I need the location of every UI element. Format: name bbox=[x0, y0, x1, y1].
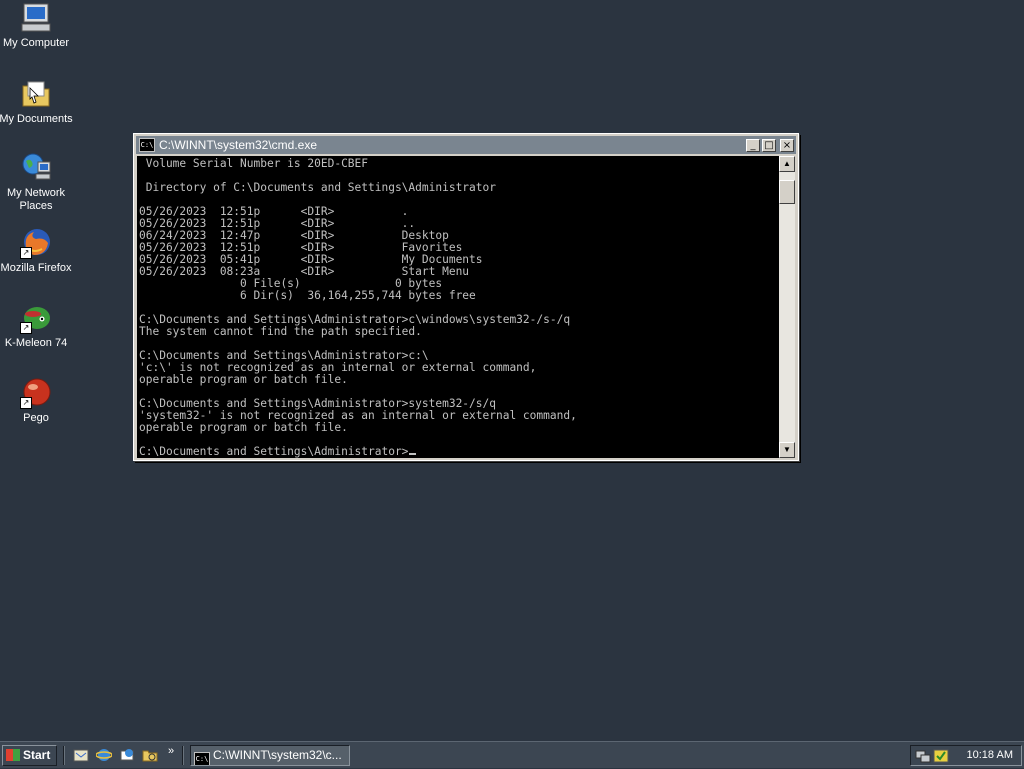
shortcut-arrow-icon: ↗ bbox=[20, 397, 32, 409]
quicklaunch-chevron-icon[interactable]: » bbox=[168, 745, 174, 757]
vertical-scrollbar[interactable]: ▲ ▼ bbox=[779, 156, 795, 458]
outlook-express-icon[interactable] bbox=[119, 747, 135, 763]
cmd-icon: C:\ bbox=[194, 752, 210, 765]
desktop-icon-label: My Computer bbox=[2, 37, 70, 49]
system-tray: 10:18 AM bbox=[910, 745, 1022, 766]
console-line: 6 Dir(s) 36,164,255,744 bytes free bbox=[139, 289, 476, 302]
desktop-icon-my-computer[interactable]: My Computer bbox=[0, 2, 74, 50]
scroll-up-button[interactable]: ▲ bbox=[779, 156, 795, 172]
maximize-button[interactable]: □ bbox=[762, 138, 776, 152]
explorer-icon[interactable] bbox=[142, 747, 158, 763]
k-meleon-icon: ↗ bbox=[20, 302, 52, 334]
scroll-down-button[interactable]: ▼ bbox=[779, 442, 795, 458]
taskbar-separator bbox=[182, 746, 184, 765]
console-line: C:\Documents and Settings\Administrator> bbox=[139, 446, 779, 458]
desktop-icon-label: Mozilla Firefox bbox=[0, 262, 72, 274]
desktop-icon-firefox[interactable]: ↗ Mozilla Firefox bbox=[0, 227, 74, 275]
console-line: Directory of C:\Documents and Settings\A… bbox=[139, 181, 496, 194]
network-tray-icon[interactable] bbox=[915, 748, 931, 769]
desktop-icon-network-places[interactable]: My Network Places bbox=[0, 152, 74, 213]
taskbar: Start » C:\ C:\WINNT\system32\c... 10:18 … bbox=[0, 741, 1024, 768]
firefox-icon: ↗ bbox=[20, 227, 52, 259]
my-documents-icon bbox=[20, 78, 52, 110]
start-button[interactable]: Start bbox=[2, 745, 57, 766]
my-computer-icon bbox=[20, 2, 52, 34]
start-label: Start bbox=[23, 748, 51, 762]
scroll-thumb[interactable] bbox=[779, 180, 795, 204]
desktop-icon-label: K-Meleon 74 bbox=[4, 337, 68, 349]
desktop-icon-label: My Documents bbox=[0, 113, 73, 125]
shortcut-arrow-icon: ↗ bbox=[20, 322, 32, 334]
prompt-text: C:\Documents and Settings\Administrator> bbox=[139, 445, 409, 458]
taskbar-separator bbox=[63, 746, 65, 765]
window-titlebar[interactable]: C:\ C:\WINNT\system32\cmd.exe _ □ × bbox=[136, 136, 796, 154]
minimize-button[interactable]: _ bbox=[746, 138, 760, 152]
tray-app-icon[interactable] bbox=[933, 748, 949, 769]
desktop-icon-pego[interactable]: ↗ Pego bbox=[0, 377, 74, 425]
shortcut-arrow-icon: ↗ bbox=[20, 247, 32, 259]
clock: 10:18 AM bbox=[966, 749, 1013, 761]
network-places-icon bbox=[20, 152, 52, 184]
show-desktop-icon[interactable] bbox=[73, 747, 89, 763]
console-line: Volume Serial Number is 20ED-CBEF bbox=[139, 157, 369, 170]
text-cursor bbox=[409, 453, 417, 455]
windows-flag-icon bbox=[6, 749, 20, 761]
task-button-label: C:\WINNT\system32\c... bbox=[213, 748, 342, 762]
desktop-icon-label: My Network Places bbox=[6, 187, 66, 212]
console-line: The system cannot find the path specifie… bbox=[139, 325, 422, 338]
desktop-icon-my-documents[interactable]: My Documents bbox=[0, 78, 74, 126]
desktop-icon-k-meleon[interactable]: ↗ K-Meleon 74 bbox=[0, 302, 74, 350]
internet-explorer-icon[interactable] bbox=[95, 747, 113, 763]
pego-icon: ↗ bbox=[20, 377, 52, 409]
console-output[interactable]: Volume Serial Number is 20ED-CBEF Direct… bbox=[137, 156, 779, 458]
console-line: operable program or batch file. bbox=[139, 373, 348, 386]
cmd-icon: C:\ bbox=[139, 138, 155, 152]
close-button[interactable]: × bbox=[780, 138, 794, 152]
task-button-cmd[interactable]: C:\ C:\WINNT\system32\c... bbox=[190, 745, 350, 766]
window-title: C:\WINNT\system32\cmd.exe bbox=[159, 138, 318, 152]
cmd-window[interactable]: C:\ C:\WINNT\system32\cmd.exe _ □ × Volu… bbox=[133, 133, 799, 461]
desktop-icon-label: Pego bbox=[23, 412, 49, 424]
console-line: operable program or batch file. bbox=[139, 421, 348, 434]
